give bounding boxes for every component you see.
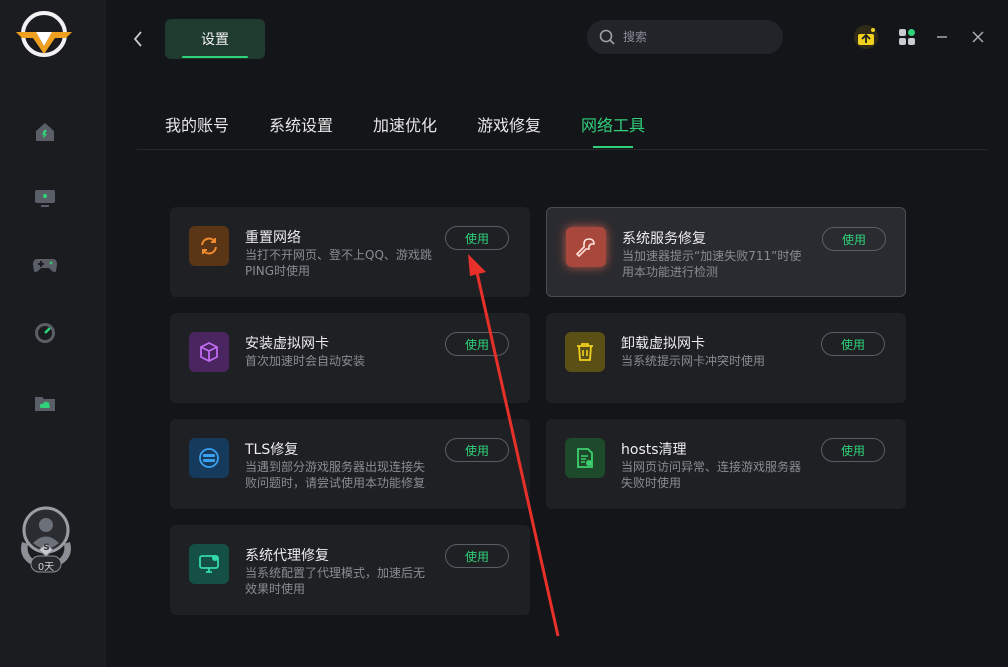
card-hosts-cleanup: hosts清理 当网页访问异常、连接游戏服务器失败时使用 使用: [546, 419, 906, 509]
close-icon[interactable]: [968, 24, 988, 50]
document-icon: [565, 438, 605, 478]
days-label: 0天: [37, 562, 55, 573]
back-button[interactable]: [130, 28, 146, 50]
gift-box-icon[interactable]: [852, 24, 880, 50]
home-icon[interactable]: [30, 117, 60, 147]
card-system-service-repair: 系统服务修复 当加速器提示“加速失败711”时使用本功能进行检测 使用: [546, 207, 906, 297]
card-description: 当打不开网页、登不上QQ、游戏跳PING时使用: [245, 248, 432, 278]
use-button-system-service-repair[interactable]: 使用: [822, 227, 886, 251]
tab-my-account[interactable]: 我的账号: [165, 112, 229, 136]
minimize-icon[interactable]: [932, 24, 952, 50]
level-badge: S: [43, 543, 50, 553]
use-button-uninstall-virtual-nic[interactable]: 使用: [821, 332, 885, 356]
card-description: 当遇到部分游戏服务器出现连接失败问题时，请尝试使用本功能修复: [245, 460, 426, 490]
title-underline: [182, 56, 248, 58]
gamepad-icon[interactable]: [30, 250, 60, 280]
app-logo: [16, 10, 74, 62]
card-title: 系统代理修复: [245, 548, 329, 564]
tls-icon: [189, 438, 229, 478]
cube-icon: [189, 332, 229, 372]
monitor-icon: [189, 544, 229, 584]
card-title: 卸载虚拟网卡: [621, 336, 705, 352]
card-title: TLS修复: [245, 442, 299, 458]
tab-network-tools[interactable]: 网络工具: [581, 112, 645, 136]
tab-game-repair[interactable]: 游戏修复: [477, 112, 541, 136]
apps-grid-icon[interactable]: [896, 24, 918, 50]
card-uninstall-virtual-nic: 卸载虚拟网卡 当系统提示网卡冲突时使用 使用: [546, 313, 906, 403]
folder-cloud-icon[interactable]: [30, 388, 60, 418]
speedometer-icon[interactable]: [30, 318, 60, 348]
page-title: 设置: [165, 19, 265, 59]
tab-system-settings[interactable]: 系统设置: [269, 112, 333, 136]
card-tls-repair: TLS修复 当遇到部分游戏服务器出现连接失败问题时，请尝试使用本功能修复 使用: [170, 419, 530, 509]
card-description: 当系统提示网卡冲突时使用: [621, 354, 766, 368]
avatar[interactable]: S 0天: [18, 506, 74, 576]
card-title: 安装虚拟网卡: [245, 336, 329, 352]
use-button-reset-network[interactable]: 使用: [445, 226, 509, 250]
card-title: 系统服务修复: [622, 231, 706, 247]
use-button-tls-repair[interactable]: 使用: [445, 438, 509, 462]
trash-icon: [565, 332, 605, 372]
use-button-install-virtual-nic[interactable]: 使用: [445, 332, 509, 356]
card-system-proxy-repair: 系统代理修复 当系统配置了代理模式，加速后无效果时使用 使用: [170, 525, 530, 615]
active-tab-indicator: [593, 146, 633, 148]
card-description: 当系统配置了代理模式，加速后无效果时使用: [245, 566, 426, 596]
card-description: 当加速器提示“加速失败711”时使用本功能进行检测: [622, 249, 802, 279]
card-title: hosts清理: [621, 442, 687, 458]
monitor-nav-icon[interactable]: [30, 183, 60, 213]
search-box[interactable]: [587, 20, 783, 54]
card-description: 当网页访问异常、连接游戏服务器失败时使用: [621, 460, 802, 490]
refresh-icon: [189, 226, 229, 266]
tab-acceleration[interactable]: 加速优化: [373, 112, 437, 136]
search-icon: [599, 29, 615, 45]
wrench-icon: [566, 227, 606, 267]
card-reset-network: 重置网络 当打不开网页、登不上QQ、游戏跳PING时使用 使用: [170, 207, 530, 297]
sidebar: S 0天: [0, 0, 106, 667]
use-button-system-proxy-repair[interactable]: 使用: [445, 544, 509, 568]
card-description: 首次加速时会自动安装: [245, 354, 366, 368]
search-input[interactable]: [623, 30, 773, 44]
tabs-divider: [137, 149, 988, 150]
card-title: 重置网络: [245, 230, 301, 246]
card-install-virtual-nic: 安装虚拟网卡 首次加速时会自动安装 使用: [170, 313, 530, 403]
use-button-hosts-cleanup[interactable]: 使用: [821, 438, 885, 462]
